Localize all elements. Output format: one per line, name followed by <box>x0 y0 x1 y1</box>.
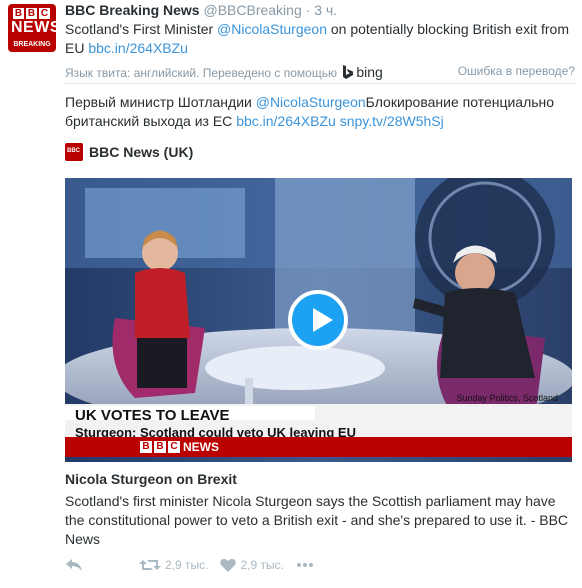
logo-news-text: NEWS <box>11 19 56 36</box>
avatar[interactable]: B B C NEWS BREAKING <box>8 4 56 52</box>
url-link[interactable]: snpy.tv/28W5hSj <box>340 113 444 129</box>
play-button[interactable] <box>288 290 348 350</box>
bar-letter: C <box>168 441 180 453</box>
bing-icon <box>343 65 354 79</box>
card-source-name: BBC News (UK) <box>89 144 194 160</box>
mention-link[interactable]: @NicolaSturgeon <box>217 21 327 37</box>
like-count: 2,9 тыс. <box>240 558 284 572</box>
account-handle[interactable]: @BBCBreaking <box>203 2 301 18</box>
bar-news-text: NEWS <box>183 440 219 454</box>
logo-letter: B <box>26 8 37 19</box>
like-button[interactable]: 2,9 тыс. <box>220 558 284 572</box>
tweet-time[interactable]: 3 ч. <box>314 2 337 18</box>
mini-logo-text: BBC <box>67 148 80 154</box>
reply-icon <box>66 559 82 571</box>
card-description: Scotland's first minister Nicola Sturgeo… <box>65 493 569 547</box>
retweet-icon <box>139 560 161 570</box>
more-icon <box>296 563 313 567</box>
tweet-text: Scotland's First Minister @NicolaSturgeo… <box>65 20 575 58</box>
translation-error-link[interactable]: Ошибка в переводе? <box>458 64 575 78</box>
tweet-header: BBC Breaking News @BBCBreaking · 3 ч. <box>65 2 337 18</box>
card-title[interactable]: Nicola Sturgeon on Brexit <box>65 471 237 487</box>
mention-link[interactable]: @NicolaSturgeon <box>256 94 366 110</box>
video-caption: Sunday Politics, Scotland <box>456 393 558 403</box>
bbc-news-bar: B B C NEWS <box>65 437 572 457</box>
bbc-bar-logo: B B C <box>140 441 180 453</box>
retweet-button[interactable]: 2,9 тыс. <box>139 558 208 572</box>
bar-letter: B <box>140 441 152 453</box>
logo-letter: C <box>39 8 50 19</box>
divider <box>65 83 575 84</box>
tweet-actions: 2,9 тыс. 2,9 тыс. <box>65 558 326 572</box>
tweet-text-part: Scotland's First Minister <box>65 21 218 37</box>
bing-provider: bing <box>356 64 383 80</box>
account-name[interactable]: BBC Breaking News <box>65 2 200 18</box>
url-link[interactable]: bbc.in/264XBZu <box>236 113 336 129</box>
translated-text-part: Первый министр Шотландии <box>65 94 256 110</box>
retweet-count: 2,9 тыс. <box>165 558 209 572</box>
translated-text: Первый министр Шотландии @NicolaSturgeon… <box>65 93 575 131</box>
bbc-logo: B B C <box>13 8 50 19</box>
card-source[interactable]: BBC BBC News (UK) <box>65 143 193 161</box>
translation-bar: Язык твита: английский. Переведено с пом… <box>65 64 575 80</box>
lower-third-headline: UK VOTES TO LEAVE <box>75 407 230 424</box>
more-button[interactable] <box>296 562 314 568</box>
bar-letter: B <box>154 441 166 453</box>
reply-button[interactable] <box>65 558 83 572</box>
bbc-news-logo-icon: BBC <box>65 143 83 161</box>
url-link[interactable]: bbc.in/264XBZu <box>88 40 188 56</box>
translation-label: Язык твита: английский. Переведено с пом… <box>65 66 337 80</box>
logo-breaking-text: BREAKING <box>13 41 51 48</box>
separator-dot: · <box>305 2 311 18</box>
logo-letter: B <box>13 8 24 19</box>
heart-icon <box>220 558 237 572</box>
